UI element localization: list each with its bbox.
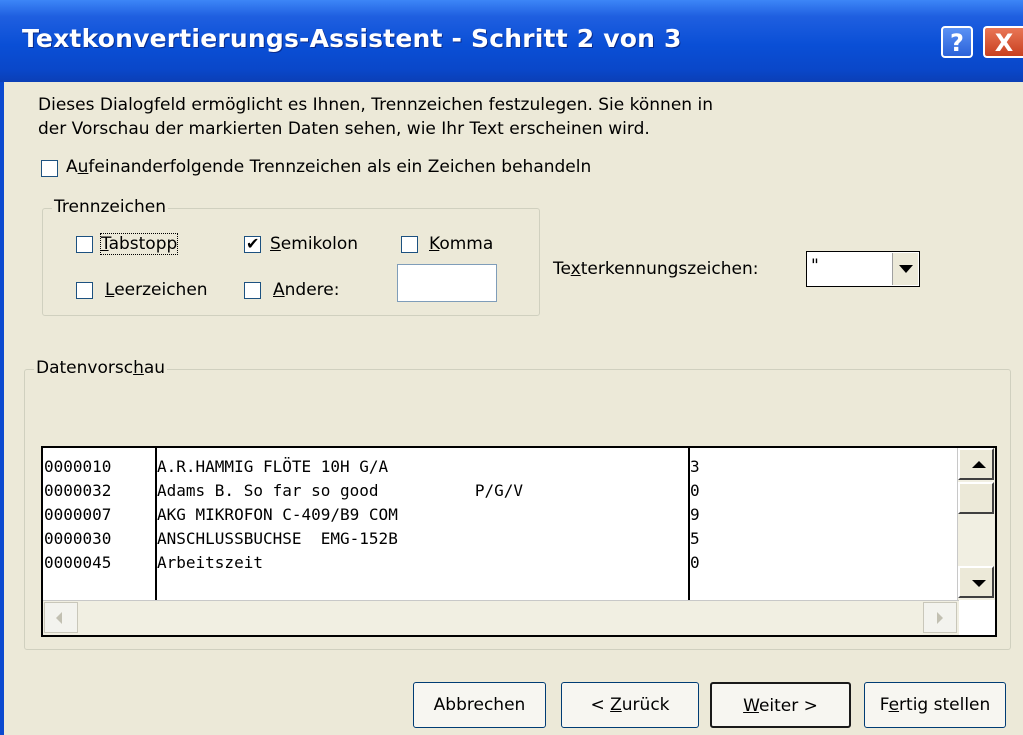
description-text: Dieses Dialogfeld ermöglicht es Ihnen, T… [38,93,713,141]
other-checkbox[interactable] [244,282,261,299]
window-title: Textkonvertierungs-Assistent - Schritt 2… [22,24,682,53]
text-qualifier-dropdown-button[interactable] [892,253,918,285]
comma-checkbox[interactable] [401,236,418,253]
arrow-down-icon [972,580,986,587]
preview-row: 0000045 Arbeitszeit 0 [44,553,700,572]
comma-label[interactable]: Komma [429,234,493,254]
space-label[interactable]: Leerzeichen [105,280,208,300]
help-icon: ? [950,29,964,57]
consecutive-delimiters-label[interactable]: Aufeinanderfolgende Trennzeichen als ein… [66,157,591,177]
consecutive-delimiters-checkbox[interactable] [41,160,58,177]
preview-row: 0000010 A.R.HAMMIG FLÖTE 10H G/A 3 [44,457,700,476]
close-icon: X [994,29,1014,57]
vertical-scrollbar[interactable] [957,448,995,600]
chevron-down-icon [899,265,913,273]
back-button[interactable]: < Zurück [561,682,699,728]
finish-button[interactable]: Fertig stellen [864,682,1006,728]
window-border [0,82,4,735]
scroll-up-button[interactable] [958,448,994,480]
text-qualifier-label: Texterkennungszeichen: [553,259,759,279]
scroll-left-button[interactable] [44,602,78,633]
preview-row: 0000030 ANSCHLUSSBUCHSE EMG-152B 5 [44,529,700,548]
tab-checkbox[interactable] [76,236,93,253]
cancel-button[interactable]: Abbrechen [413,682,546,728]
title-bar[interactable]: Textkonvertierungs-Assistent - Schritt 2… [0,0,1023,82]
description-line-1: Dieses Dialogfeld ermöglicht es Ihnen, T… [38,95,713,115]
semicolon-checkbox[interactable]: ✔ [244,234,261,253]
arrow-right-icon [937,612,943,624]
arrow-up-icon [972,461,986,468]
scroll-down-button[interactable] [958,566,994,598]
other-delimiter-input[interactable] [397,264,497,302]
other-label[interactable]: Andere: [273,280,339,300]
data-preview-legend: Datenvorschau [34,358,168,378]
next-button[interactable]: Weiter > [710,682,851,728]
arrow-left-icon [56,612,62,624]
text-qualifier-value: " [811,256,819,276]
scroll-thumb[interactable] [958,482,994,514]
scroll-right-button[interactable] [923,602,957,633]
preview-row: 0000007 AKG MIKROFON C-409/B9 COM 9 [44,505,700,524]
checkmark-icon: ✔ [246,234,260,253]
dialog-window: Textkonvertierungs-Assistent - Schritt 2… [0,0,1023,735]
help-button[interactable]: ? [941,26,973,58]
description-line-2: der Vorschau der markierten Daten sehen,… [38,119,650,139]
data-preview-grid[interactable]: 0000010 A.R.HAMMIG FLÖTE 10H G/A 3 00000… [41,446,997,637]
tab-label[interactable]: Tabstopp [99,233,179,255]
delimiters-legend: Trennzeichen [52,197,168,217]
space-checkbox[interactable] [76,282,93,299]
horizontal-scrollbar[interactable] [43,600,959,635]
preview-row: 0000032 Adams B. So far so good P/G/V 0 [44,481,700,500]
semicolon-label[interactable]: Semikolon [270,234,358,254]
close-button[interactable]: X [983,26,1023,58]
text-qualifier-select[interactable]: " [806,251,920,287]
